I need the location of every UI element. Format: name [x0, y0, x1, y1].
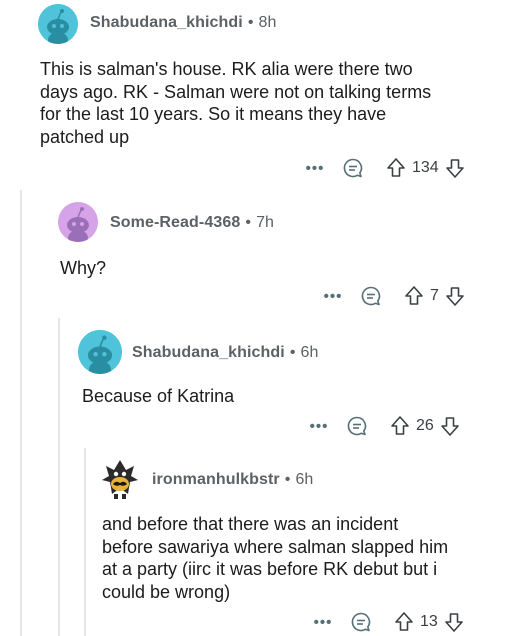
comment: Shabudana_khichdi • 8h This is salman's ho… [0, 0, 512, 190]
separator: • [245, 214, 252, 231]
batman-avatar-icon [102, 460, 138, 499]
username[interactable]: Shabudana_khichdi [132, 344, 285, 361]
timestamp: 7h [256, 214, 275, 231]
arrow-down-icon [446, 287, 464, 306]
more-options-button[interactable]: ••• [304, 160, 326, 177]
comment-body: Why? [60, 258, 107, 278]
vote-count: 134 [412, 159, 439, 176]
more-options-button[interactable]: ••• [308, 418, 330, 435]
separator: • [284, 471, 291, 488]
downvote-button[interactable] [444, 611, 464, 633]
comment-body: Because of Katrina [82, 386, 235, 406]
more-options-button[interactable]: ••• [312, 614, 334, 631]
comment-header: Some-Read-4368 • 7h [110, 214, 274, 232]
reply-button[interactable] [360, 285, 382, 307]
arrow-down-icon [445, 159, 464, 178]
upvote-button[interactable] [386, 157, 406, 179]
avatar[interactable] [78, 330, 122, 374]
arrow-up-icon [391, 416, 409, 435]
comment-body: This is salman's house. RK alia were the… [40, 59, 432, 147]
timestamp: 8h [258, 14, 277, 31]
separator: • [247, 14, 254, 31]
arrow-up-icon [387, 158, 405, 177]
speech-bubble-icon [347, 416, 367, 436]
downvote-button[interactable] [445, 285, 465, 307]
arrow-up-icon [405, 286, 423, 305]
username[interactable]: ironmanhulkbstr [152, 471, 280, 488]
speech-bubble-icon [343, 158, 363, 178]
comment-actions: ••• 13 [312, 610, 464, 634]
snoo-avatar-icon [58, 202, 98, 242]
snoo-avatar-icon [78, 330, 122, 374]
comment: Some-Read-4368 • 7h Why? ••• 7 [0, 190, 512, 318]
comment-header: Shabudana_khichdi • 8h [90, 14, 277, 32]
arrow-down-icon [444, 613, 463, 632]
separator: • [289, 344, 296, 361]
reply-button[interactable] [342, 157, 364, 179]
comment-actions: ••• 134 [304, 156, 465, 180]
vote-count: 7 [430, 287, 439, 304]
arrow-down-icon [440, 417, 459, 436]
timestamp: 6h [300, 344, 319, 361]
speech-bubble-icon [351, 612, 371, 632]
snoo-avatar-icon [38, 4, 78, 44]
comment-actions: ••• 7 [322, 284, 465, 308]
upvote-button[interactable] [394, 611, 414, 633]
avatar[interactable] [38, 4, 78, 44]
upvote-button[interactable] [404, 285, 424, 307]
comment-header: Shabudana_khichdi • 6h [132, 344, 319, 362]
comment: ironmanhulkbstr • 6h and before that there… [0, 448, 512, 636]
comment-header: ironmanhulkbstr • 6h [152, 471, 313, 489]
vote-count: 26 [416, 417, 434, 434]
username[interactable]: Shabudana_khichdi [90, 14, 243, 31]
timestamp: 6h [295, 471, 314, 488]
speech-bubble-icon [361, 286, 381, 306]
avatar[interactable] [58, 202, 98, 242]
upvote-button[interactable] [390, 415, 410, 437]
reply-button[interactable] [346, 415, 368, 437]
arrow-up-icon [395, 612, 413, 631]
comment-actions: ••• 26 [308, 414, 460, 438]
downvote-button[interactable] [440, 415, 460, 437]
vote-count: 13 [420, 613, 438, 630]
reply-button[interactable] [350, 611, 372, 633]
username[interactable]: Some-Read-4368 [110, 214, 240, 231]
comment: Shabudana_khichdi • 6h Because of Katrina … [0, 318, 512, 448]
avatar[interactable] [100, 456, 140, 500]
more-options-button[interactable]: ••• [322, 288, 344, 305]
downvote-button[interactable] [445, 157, 465, 179]
comment-body: and before that there was an incident be… [102, 514, 449, 602]
